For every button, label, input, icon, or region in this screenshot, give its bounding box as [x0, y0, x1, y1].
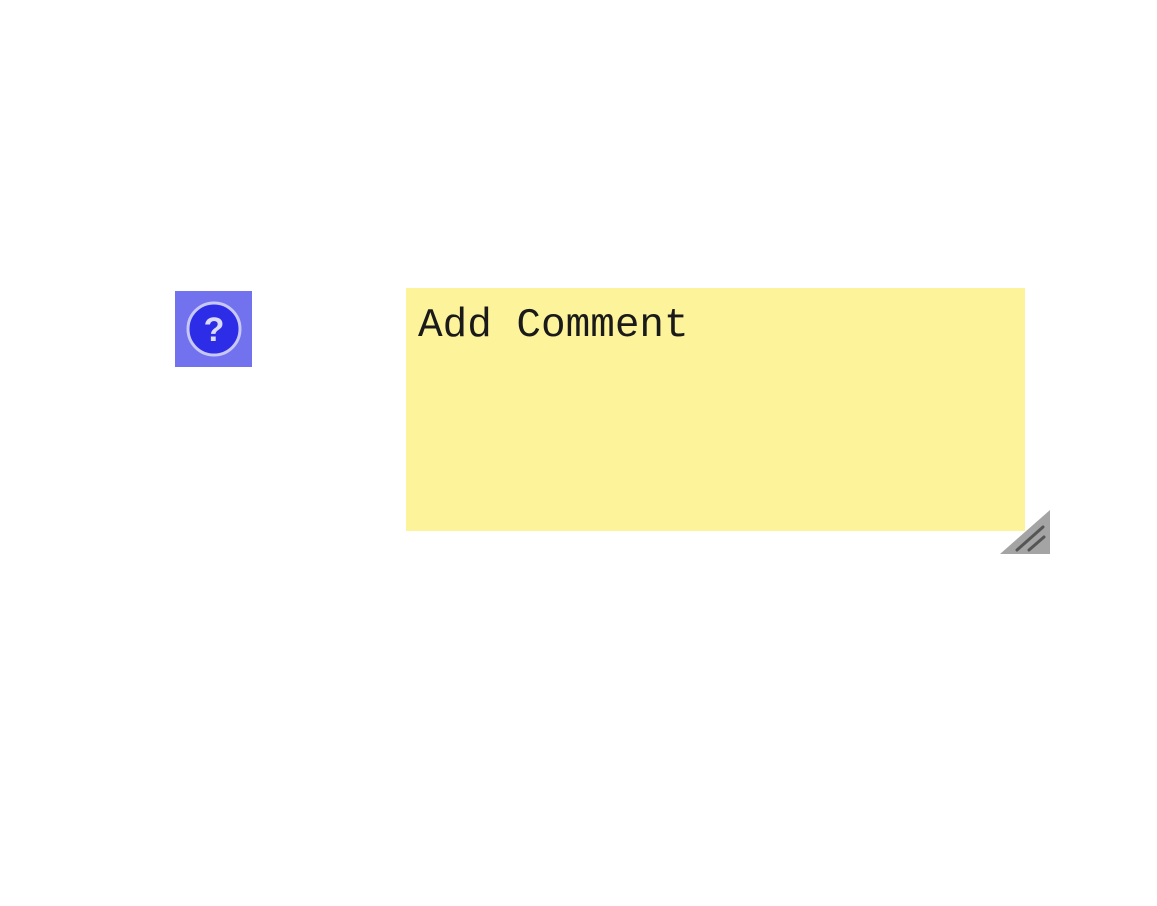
canvas: ?	[0, 0, 1157, 906]
comment-input[interactable]	[406, 288, 1025, 531]
resize-handle[interactable]	[1000, 510, 1050, 554]
comment-note	[406, 288, 1025, 531]
help-glyph: ?	[203, 311, 224, 349]
help-button[interactable]: ?	[175, 291, 252, 367]
resize-grip-icon	[1000, 510, 1050, 554]
question-circle-icon: ?	[186, 301, 241, 357]
